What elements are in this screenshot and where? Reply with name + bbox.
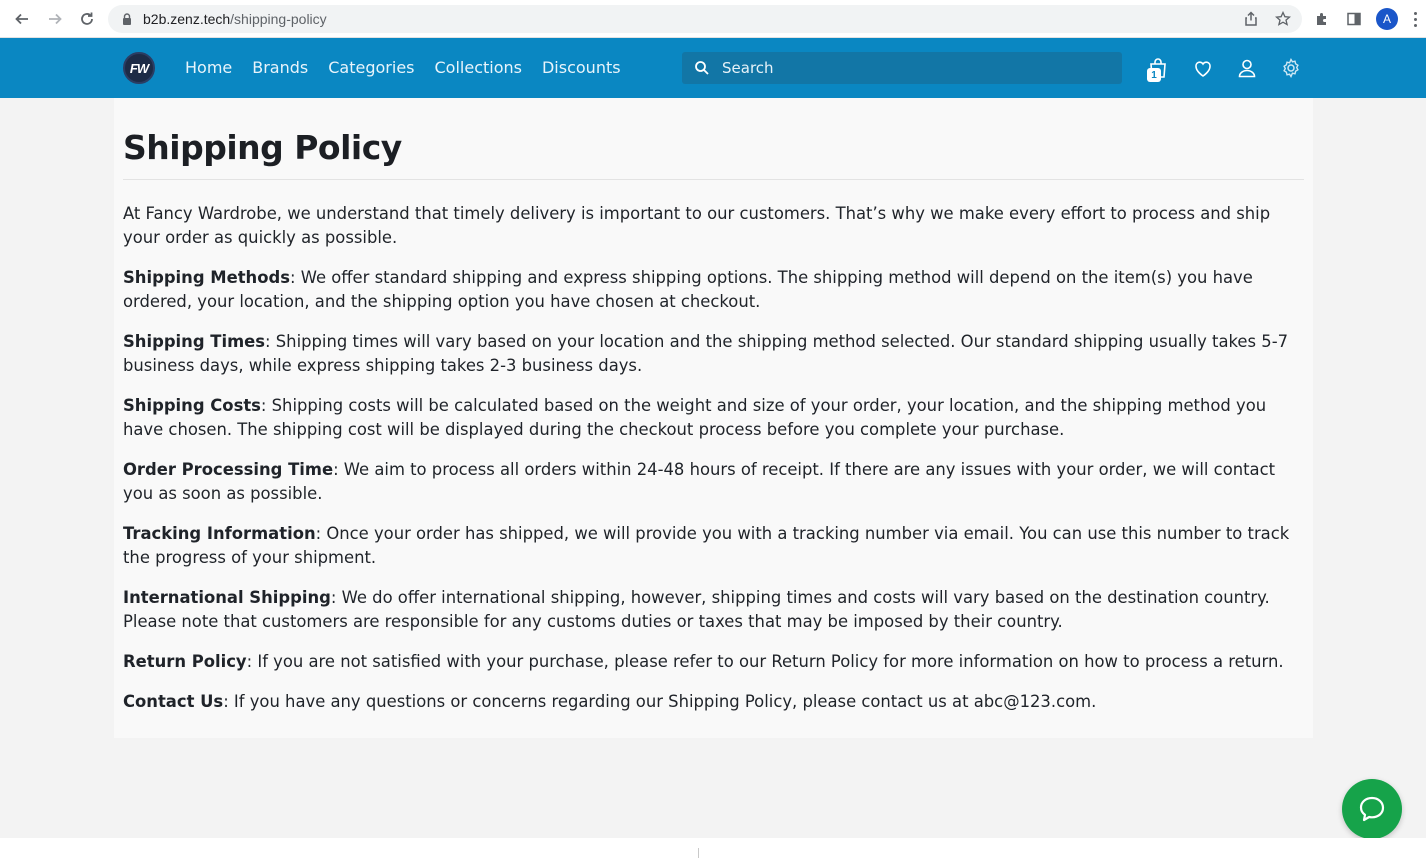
cart-count-badge: 1 — [1147, 68, 1161, 82]
cart-button[interactable]: 1 — [1145, 55, 1171, 82]
nav-home[interactable]: Home — [185, 58, 232, 77]
policy-section-order-processing: Order Processing Time: We aim to process… — [123, 458, 1293, 506]
reload-icon[interactable] — [77, 9, 97, 29]
section-text: : If you have any questions or concerns … — [223, 692, 1097, 711]
url-text: b2b.zenz.tech/shipping-policy — [143, 11, 327, 27]
page-title: Shipping Policy — [123, 128, 402, 167]
policy-section-shipping-methods: Shipping Methods: We offer standard ship… — [123, 266, 1293, 314]
search-box[interactable] — [682, 52, 1122, 84]
section-text: : We offer standard shipping and express… — [123, 268, 1253, 311]
footer-strip — [0, 838, 1426, 860]
main-nav: Home Brands Categories Collections Disco… — [185, 58, 641, 77]
policy-section-contact: Contact Us: If you have any questions or… — [123, 690, 1293, 714]
nav-categories[interactable]: Categories — [328, 58, 414, 77]
settings-button[interactable] — [1278, 55, 1304, 81]
extensions-icon[interactable] — [1312, 9, 1332, 29]
site-header: FW Home Brands Categories Collections Di… — [0, 38, 1426, 98]
section-heading: Shipping Methods — [123, 268, 290, 287]
chat-widget-button[interactable] — [1342, 779, 1402, 839]
search-input[interactable] — [722, 56, 1112, 80]
title-divider — [123, 179, 1304, 180]
settings-icon — [1283, 57, 1299, 79]
chat-bubble-icon — [1359, 796, 1385, 822]
section-heading: Shipping Times — [123, 332, 266, 351]
wishlist-button[interactable] — [1190, 55, 1216, 81]
policy-section-tracking: Tracking Information: Once your order ha… — [123, 522, 1293, 570]
section-text: : Shipping times will vary based on your… — [123, 332, 1289, 375]
section-heading: Tracking Information — [123, 524, 316, 543]
policy-intro: At Fancy Wardrobe, we understand that ti… — [123, 204, 1271, 247]
account-button[interactable] — [1234, 55, 1260, 81]
heart-icon — [1195, 61, 1211, 77]
policy-section-shipping-times: Shipping Times: Shipping times will vary… — [123, 330, 1293, 378]
lock-icon — [123, 13, 131, 25]
nav-discounts[interactable]: Discounts — [542, 58, 621, 77]
section-heading: Order Processing Time — [123, 460, 334, 479]
site-logo[interactable]: FW — [123, 52, 155, 84]
section-heading: International Shipping — [123, 588, 331, 607]
section-heading: Shipping Costs — [123, 396, 261, 415]
share-icon[interactable] — [1241, 9, 1261, 29]
section-heading: Contact Us — [123, 692, 224, 711]
nav-brands[interactable]: Brands — [252, 58, 308, 77]
policy-section-return: Return Policy: If you are not satisfied … — [123, 650, 1293, 674]
policy-body: At Fancy Wardrobe, we understand that ti… — [123, 202, 1293, 730]
section-heading: Return Policy — [123, 652, 247, 671]
policy-section-shipping-costs: Shipping Costs: Shipping costs will be c… — [123, 394, 1293, 442]
browser-menu-icon[interactable] — [1410, 9, 1420, 29]
policy-section-international: International Shipping: We do offer inte… — [123, 586, 1293, 634]
section-text: : If you are not satisfied with your pur… — [246, 652, 1284, 671]
url-path: /shipping-policy — [230, 11, 327, 27]
side-panel-icon[interactable] — [1344, 9, 1364, 29]
browser-toolbar: b2b.zenz.tech/shipping-policy A — [0, 0, 1426, 38]
bookmark-star-icon[interactable] — [1273, 9, 1293, 29]
back-arrow-icon[interactable] — [12, 9, 32, 29]
user-icon — [1238, 59, 1256, 78]
section-text: : Shipping costs will be calculated base… — [123, 396, 1267, 439]
forward-arrow-icon[interactable] — [45, 9, 65, 29]
policy-content-card: Shipping Policy At Fancy Wardrobe, we un… — [114, 98, 1313, 738]
url-domain: b2b.zenz.tech — [143, 11, 231, 27]
nav-collections[interactable]: Collections — [435, 58, 522, 77]
profile-avatar[interactable]: A — [1376, 8, 1398, 30]
search-icon — [695, 61, 709, 75]
address-bar[interactable]: b2b.zenz.tech/shipping-policy — [108, 5, 1302, 33]
footer-divider — [698, 848, 699, 858]
